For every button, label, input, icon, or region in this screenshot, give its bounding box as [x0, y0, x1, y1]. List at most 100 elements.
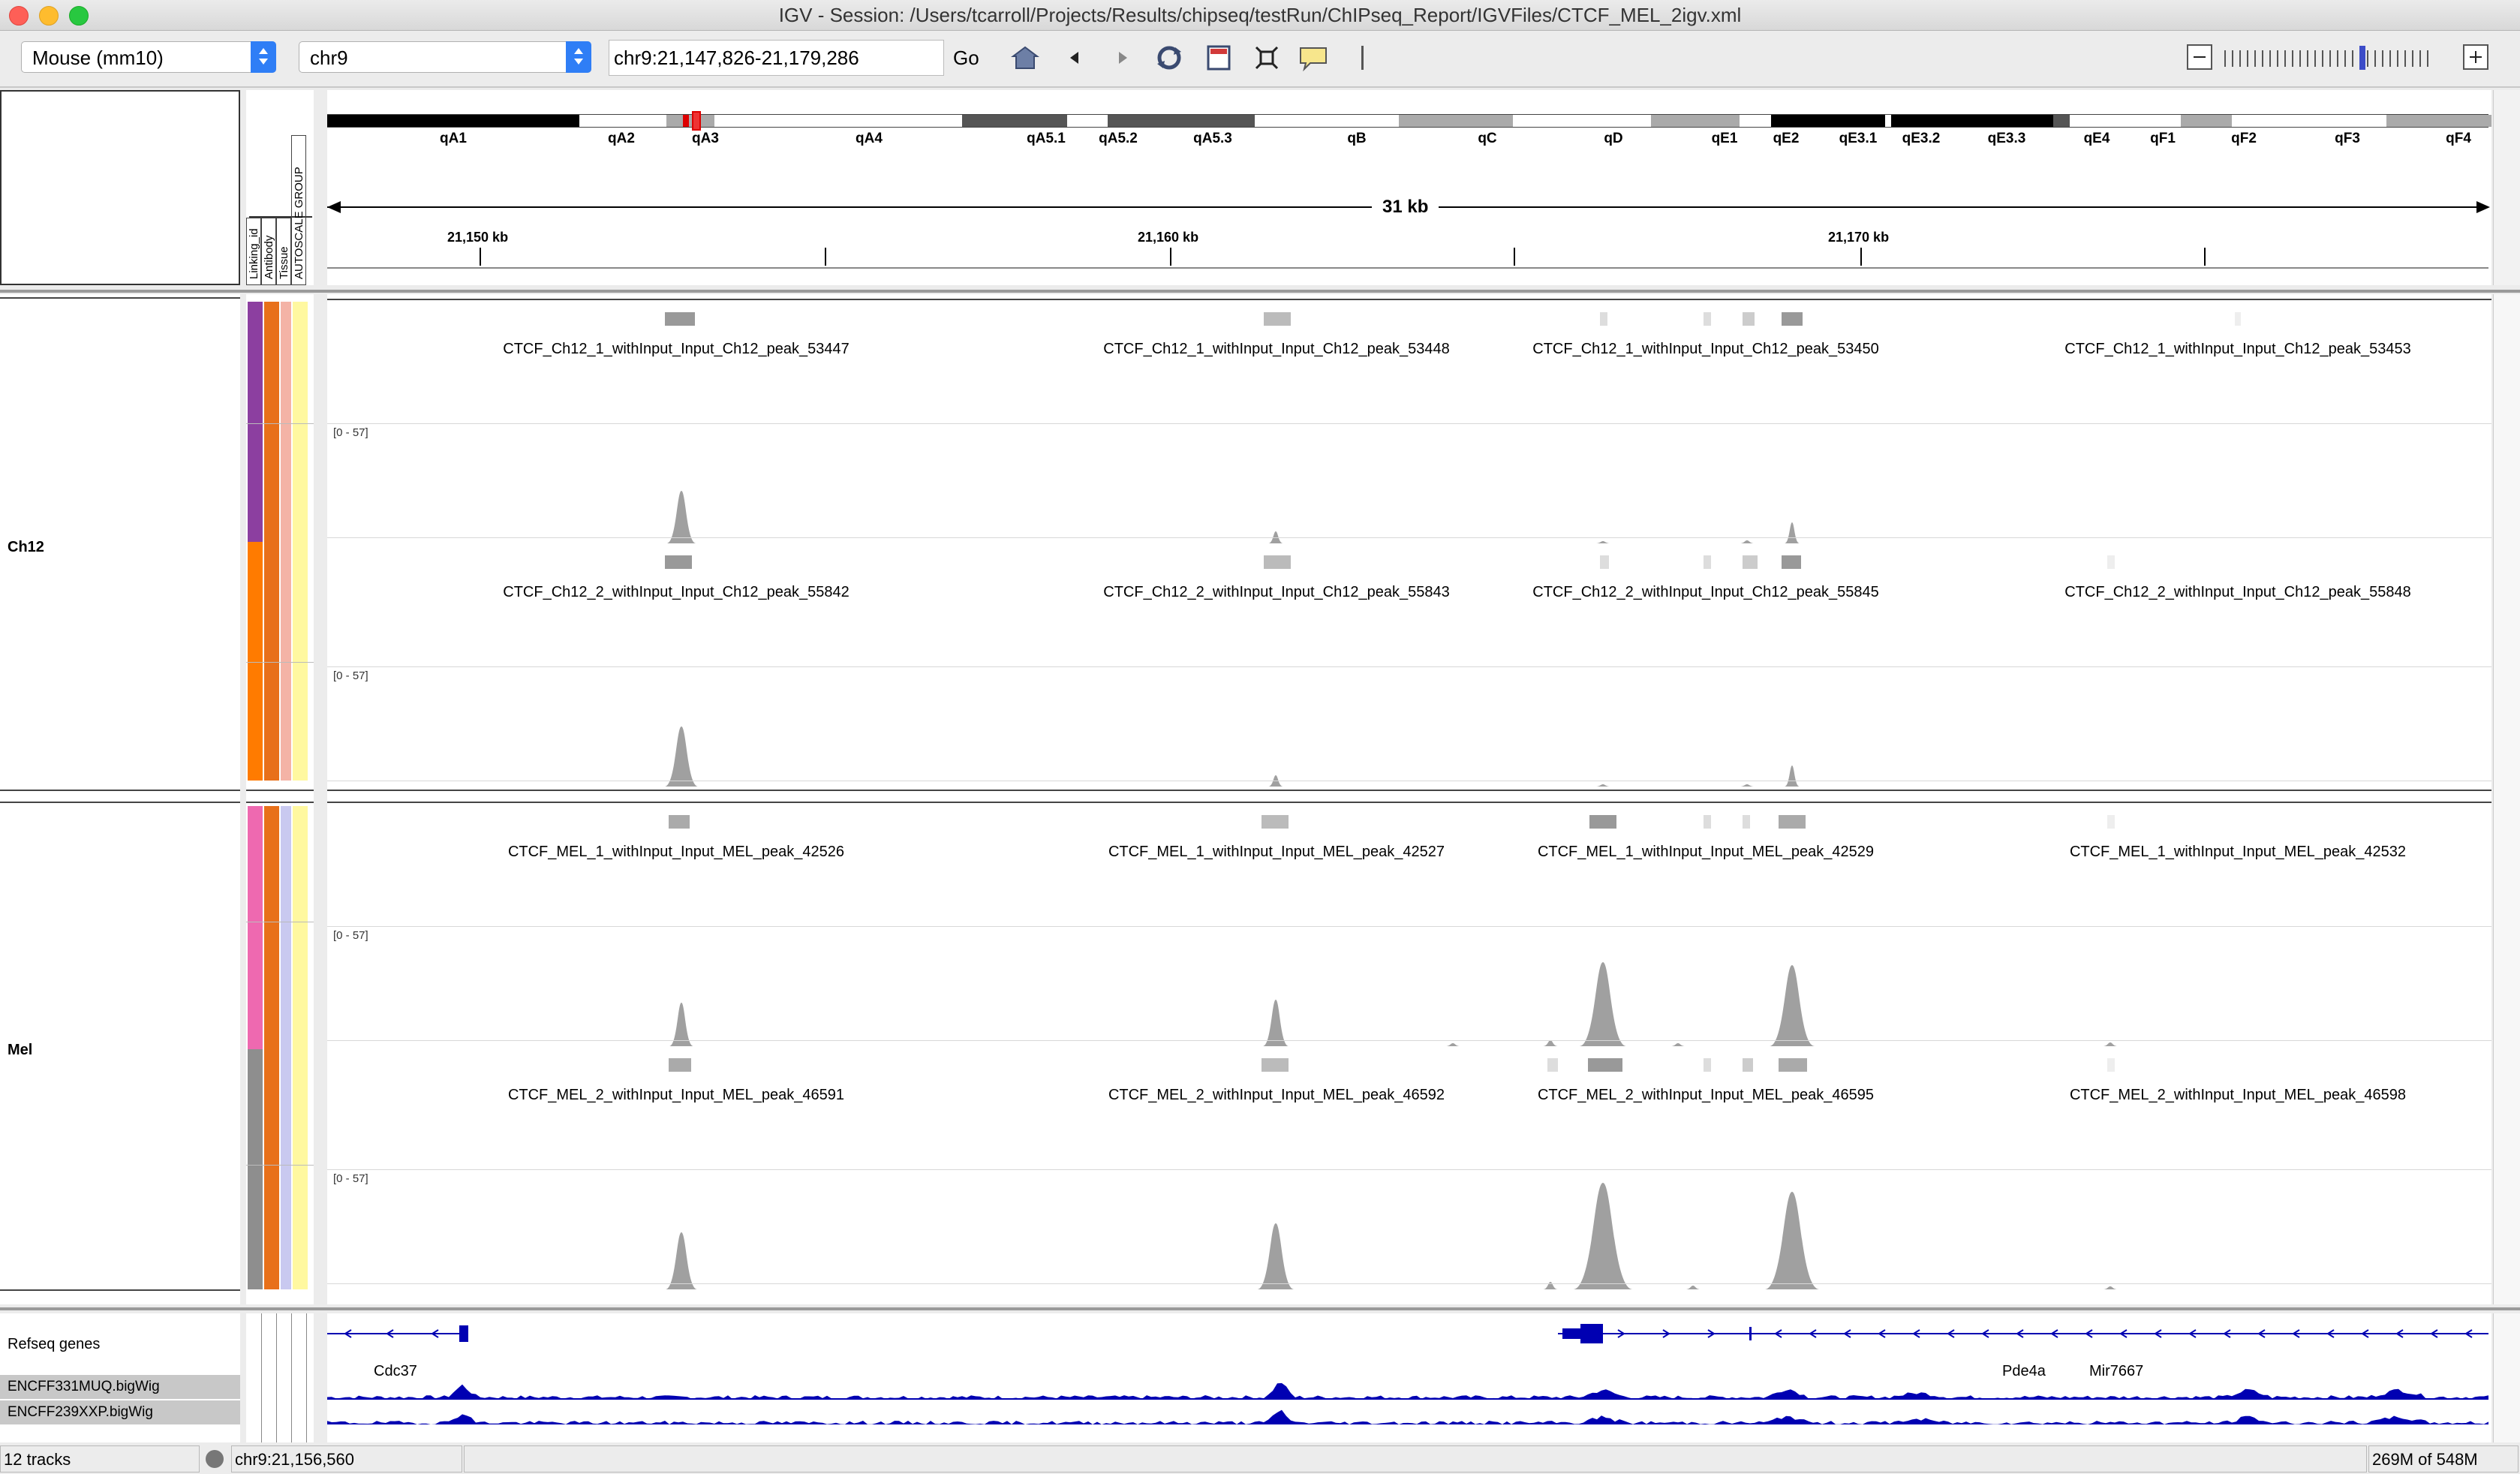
peak-label[interactable]: CTCF_MEL_1_withInput_Input_MEL_peak_4252… — [451, 844, 901, 861]
feature-panel[interactable]: Cdc37 Pde4a Mir7667 — [327, 1313, 2491, 1442]
attribute-header-linking-id[interactable]: Linking_id — [248, 228, 260, 279]
peak-feature[interactable] — [1704, 312, 1711, 326]
attribute-antibody[interactable] — [264, 542, 279, 781]
attribute-tissue[interactable] — [281, 1049, 291, 1289]
zoom-slider-thumb[interactable] — [2359, 46, 2365, 70]
peak-feature[interactable] — [1704, 555, 1711, 569]
peak-feature[interactable] — [1704, 815, 1711, 829]
peak-feature[interactable] — [1779, 1058, 1807, 1072]
ideogram-band[interactable] — [714, 115, 962, 127]
attribute-tissue[interactable] — [281, 302, 291, 542]
peak-label[interactable]: CTCF_MEL_2_withInput_Input_MEL_peak_4659… — [451, 1087, 901, 1104]
attribute-tissue[interactable] — [281, 806, 291, 1049]
attribute-autoscale[interactable] — [293, 1049, 308, 1289]
attribute-tissue[interactable] — [281, 542, 291, 781]
ideogram-band[interactable] — [579, 115, 666, 127]
signal-track[interactable] — [327, 926, 2491, 1046]
signal-track[interactable] — [327, 423, 2491, 543]
peak-feature[interactable] — [2107, 815, 2115, 829]
attribute-autoscale[interactable] — [293, 806, 308, 1049]
peak-feature[interactable] — [2107, 555, 2115, 569]
header-panel[interactable]: qA1 qA2 qA3 qA4 qA5.1 qA5.2 qA5.3 qB qC qD qE1 qE2 q… — [327, 90, 2491, 285]
gene-label-pde4a[interactable]: Pde4a — [2002, 1363, 2046, 1380]
peak-label[interactable]: CTCF_Ch12_2_withInput_Input_Ch12_peak_55… — [1051, 584, 1502, 601]
peak-feature[interactable] — [1589, 815, 1616, 829]
ideogram-band[interactable] — [2232, 115, 2386, 127]
chromosome-select[interactable]: chr9 — [299, 41, 591, 73]
peak-label[interactable]: CTCF_Ch12_2_withInput_Input_Ch12_peak_55… — [451, 584, 901, 601]
peak-feature[interactable] — [1743, 312, 1755, 326]
ideogram-band[interactable] — [1399, 115, 1513, 127]
panel-divider[interactable] — [0, 290, 2520, 293]
signal-track[interactable] — [327, 666, 2491, 787]
peak-label[interactable]: CTCF_MEL_2_withInput_Input_MEL_peak_4659… — [1051, 1087, 1502, 1104]
attribute-antibody[interactable] — [264, 302, 279, 542]
refseq-track-name[interactable]: Refseq genes — [8, 1336, 100, 1353]
attribute-linking-id[interactable] — [248, 302, 263, 542]
zoom-out-icon[interactable] — [2187, 44, 2212, 70]
peak-feature[interactable] — [669, 1058, 691, 1072]
zoom-slider[interactable] — [2224, 46, 2449, 70]
feature-scrollbar[interactable] — [2493, 1313, 2520, 1442]
data-attribute-panel[interactable] — [246, 294, 314, 1304]
attribute-header-antibody[interactable]: Antibody — [263, 236, 275, 279]
attribute-antibody[interactable] — [264, 806, 279, 1049]
peak-feature[interactable] — [1547, 1058, 1558, 1072]
chromosome-ideogram[interactable]: qA1 qA2 qA3 qA4 qA5.1 qA5.2 qA5.3 qB qC qD qE1 qE2 q… — [327, 90, 2491, 240]
ideogram-band[interactable] — [1651, 115, 1740, 127]
ideogram-band[interactable] — [327, 115, 579, 127]
peak-label[interactable]: CTCF_Ch12_1_withInput_Input_Ch12_peak_53… — [451, 341, 901, 358]
ideogram-band[interactable] — [666, 115, 683, 127]
region-of-interest-icon[interactable] — [1252, 44, 1282, 71]
back-icon[interactable] — [1060, 44, 1090, 71]
ideogram-band[interactable] — [683, 115, 689, 127]
refresh-icon[interactable] — [1154, 44, 1184, 71]
resize-to-window-icon[interactable] — [1204, 44, 1234, 71]
peak-feature[interactable] — [2107, 1058, 2115, 1072]
signal-track[interactable] — [327, 1169, 2491, 1289]
attribute-header-autoscale-group[interactable]: AUTOSCALE GROUP — [293, 167, 305, 279]
zoom-in-icon[interactable] — [2463, 44, 2488, 70]
peak-feature[interactable] — [1743, 555, 1758, 569]
peak-feature[interactable] — [1600, 312, 1607, 326]
panel-divider[interactable] — [0, 1307, 2520, 1310]
peak-label[interactable]: CTCF_Ch12_1_withInput_Input_Ch12_peak_53… — [2013, 341, 2463, 358]
peak-feature[interactable] — [1264, 555, 1291, 569]
peak-feature[interactable] — [669, 815, 690, 829]
peak-label[interactable]: CTCF_MEL_1_withInput_Input_MEL_peak_4253… — [2013, 844, 2463, 861]
peak-feature[interactable] — [1782, 312, 1803, 326]
gene-label-cdc37[interactable]: Cdc37 — [374, 1363, 417, 1380]
peak-label[interactable]: CTCF_MEL_1_withInput_Input_MEL_peak_4252… — [1481, 844, 1931, 861]
genome-select[interactable]: Mouse (mm10) — [21, 41, 276, 73]
ideogram-band[interactable] — [1885, 115, 1891, 127]
refseq-gene-track[interactable] — [327, 1313, 2491, 1442]
peak-label[interactable]: CTCF_MEL_2_withInput_Input_MEL_peak_4659… — [1481, 1087, 1931, 1104]
home-icon[interactable] — [1010, 44, 1040, 71]
ideogram-band[interactable] — [1891, 115, 2053, 127]
status-memory[interactable]: 269M of 548M — [2368, 1445, 2518, 1472]
attribute-autoscale[interactable] — [293, 302, 308, 542]
ideogram-band[interactable] — [2181, 115, 2232, 127]
peak-feature[interactable] — [1743, 1058, 1753, 1072]
bigwig-track-name[interactable]: ENCFF239XXP.bigWig — [0, 1400, 240, 1424]
peak-feature[interactable] — [1262, 1058, 1289, 1072]
peak-label[interactable]: CTCF_Ch12_1_withInput_Input_Ch12_peak_53… — [1481, 341, 1931, 358]
peak-feature[interactable] — [1779, 815, 1806, 829]
peak-feature[interactable] — [1588, 1058, 1622, 1072]
peak-feature[interactable] — [1704, 1058, 1711, 1072]
peak-label[interactable]: CTCF_Ch12_2_withInput_Input_Ch12_peak_55… — [1481, 584, 1931, 601]
peak-feature[interactable] — [665, 555, 692, 569]
attribute-antibody[interactable] — [264, 1049, 279, 1289]
peak-label[interactable]: CTCF_Ch12_2_withInput_Input_Ch12_peak_55… — [2013, 584, 2463, 601]
bigwig-track-name[interactable]: ENCFF331MUQ.bigWig — [0, 1375, 240, 1399]
attribute-autoscale[interactable] — [293, 542, 308, 781]
go-button[interactable]: Go — [953, 41, 979, 74]
peak-label[interactable]: CTCF_MEL_1_withInput_Input_MEL_peak_4252… — [1051, 844, 1502, 861]
peak-feature[interactable] — [1262, 815, 1289, 829]
locus-input[interactable]: chr9:21,147,826-21,179,286 — [609, 40, 944, 76]
attribute-linking-id[interactable] — [248, 542, 263, 781]
attribute-header-tissue[interactable]: Tissue — [278, 246, 290, 279]
peak-feature[interactable] — [1264, 312, 1291, 326]
ideogram-band[interactable] — [962, 115, 1067, 127]
data-panel[interactable]: CTCF_Ch12_1_withInput_Input_Ch12_peak_53… — [327, 294, 2491, 1304]
